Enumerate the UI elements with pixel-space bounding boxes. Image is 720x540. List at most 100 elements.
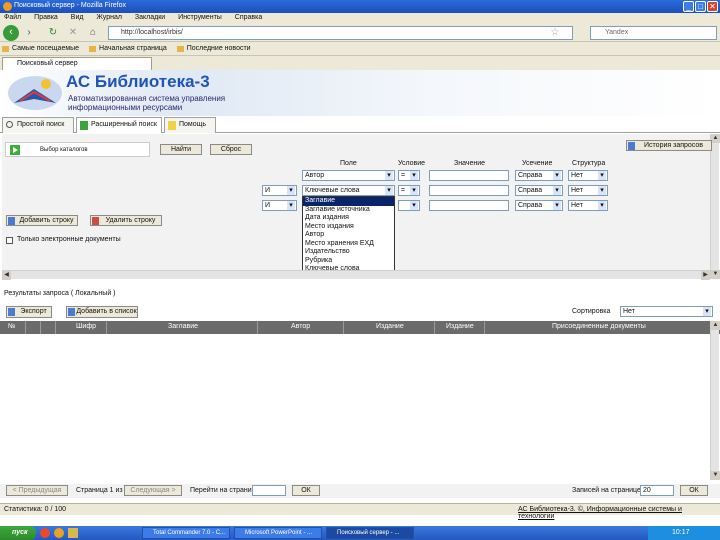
task-powerpoint[interactable]: Microsoft PowerPoint - ...	[234, 527, 322, 539]
firefox-quicklaunch-icon[interactable]	[54, 528, 64, 538]
structure-select-1[interactable]: Нет	[568, 170, 608, 181]
app-subtitle-line1: Автоматизированная система управления	[68, 94, 226, 103]
col-edition-2[interactable]: Издание	[446, 323, 474, 330]
dropdown-option[interactable]: Место хранения ЕХД	[303, 240, 394, 249]
tab-simple-search-label: Простой поиск	[17, 121, 65, 128]
col-code[interactable]: Шифр	[76, 323, 96, 330]
app-subtitle: Автоматизированная система управления ин…	[68, 94, 268, 112]
menu-tools[interactable]: Инструменты	[174, 13, 229, 21]
forward-icon[interactable]: ›	[22, 26, 36, 40]
structure-select-3[interactable]: Нет	[568, 200, 608, 211]
column-field: Поле	[340, 160, 357, 167]
col-author[interactable]: Автор	[291, 323, 310, 330]
export-button[interactable]: Экспорт	[6, 306, 52, 318]
scroll-left-icon[interactable]: ◀	[2, 271, 11, 280]
scroll-down-icon[interactable]: ▼	[711, 270, 720, 279]
condition-select-1[interactable]: =	[398, 170, 420, 181]
browser-tab[interactable]: Поисковый сервер	[2, 57, 152, 70]
menu-edit[interactable]: Правка	[30, 13, 65, 21]
back-button[interactable]: ‹	[3, 25, 19, 41]
field-select-1[interactable]: Автор	[302, 170, 395, 181]
field-select-2[interactable]: Ключевые слова	[302, 185, 395, 196]
tab-help[interactable]: Помощь	[164, 117, 216, 133]
menu-bookmarks[interactable]: Закладки	[131, 13, 172, 21]
expand-arrow-icon[interactable]	[10, 145, 20, 155]
search-input[interactable]: Yandex	[590, 26, 717, 40]
menu-file[interactable]: Файл	[0, 13, 28, 21]
results-scroll-up-icon[interactable]: ▲	[711, 321, 720, 330]
maximize-button[interactable]: □	[695, 1, 706, 12]
col-attached-docs[interactable]: Присоединенные документы	[552, 323, 646, 330]
column-truncation: Усечение	[522, 160, 553, 167]
scroll-right-icon[interactable]: ▶	[701, 271, 710, 280]
history-button[interactable]: История запросов	[626, 140, 712, 151]
logic-select-2[interactable]: И	[262, 185, 297, 196]
condition-select-2[interactable]: =	[398, 185, 420, 196]
sort-select[interactable]: Нет	[620, 306, 713, 317]
value-input-2[interactable]	[429, 185, 509, 196]
dropdown-option[interactable]: Место издания	[303, 223, 394, 232]
dropdown-option[interactable]: Автор	[303, 231, 394, 240]
remove-row-button[interactable]: Удалить строку	[90, 215, 162, 226]
scroll-up-icon[interactable]: ▲	[711, 134, 720, 143]
catalog-selector[interactable]: Выбор каталогов	[5, 142, 150, 157]
col-title[interactable]: Заглавие	[168, 323, 198, 330]
truncation-select-3[interactable]: Справа	[515, 200, 563, 211]
bookmark-most-visited[interactable]: Самые посещаемые	[0, 42, 85, 52]
tab-advanced-search[interactable]: Расширенный поиск	[76, 117, 162, 133]
value-input-3[interactable]	[429, 200, 509, 211]
folder-icon[interactable]	[68, 528, 78, 538]
goto-page-input[interactable]	[252, 485, 286, 496]
bookmarks-toolbar: Самые посещаемые Начальная страница Посл…	[0, 42, 720, 56]
task-total-commander[interactable]: Total Commander 7.0 - C...	[142, 527, 230, 539]
prev-page-button[interactable]: < Предыдущая	[6, 485, 68, 496]
query-scrollbar[interactable]: ▲ ▼	[710, 134, 720, 279]
results-scrollbar[interactable]: ▲ ▼	[710, 321, 720, 480]
menu-history[interactable]: Журнал	[92, 13, 129, 21]
condition-select-3[interactable]	[398, 200, 420, 211]
per-page-input[interactable]: 20	[640, 485, 674, 496]
add-to-list-button[interactable]: Добавить в список	[66, 306, 138, 318]
reset-button[interactable]: Сброс	[210, 144, 252, 155]
opera-icon[interactable]	[40, 528, 50, 538]
tab-simple-search[interactable]: Простой поиск	[2, 117, 74, 133]
add-row-button[interactable]: Добавить строку	[6, 215, 78, 226]
status-copyright[interactable]: АС Библиотека-3. ©, Информационные систе…	[518, 506, 720, 520]
logic-select-3[interactable]: И	[262, 200, 297, 211]
structure-select-2[interactable]: Нет	[568, 185, 608, 196]
query-hscrollbar[interactable]: ◀ ▶	[2, 270, 710, 280]
per-page-button[interactable]: ОК	[680, 485, 708, 496]
bookmark-star-icon[interactable]: ☆	[548, 26, 562, 40]
value-input-1[interactable]	[429, 170, 509, 181]
col-edition[interactable]: Издание	[376, 323, 404, 330]
magnifier-icon	[6, 121, 13, 128]
url-field[interactable]: http://localhost/irbis/	[108, 26, 573, 40]
close-button[interactable]: ✕	[707, 1, 718, 12]
bookmark-news[interactable]: Последние новости	[175, 42, 257, 52]
minimize-button[interactable]: _	[683, 1, 694, 12]
next-page-button[interactable]: Следующая >	[124, 485, 182, 496]
truncation-select-1[interactable]: Справа	[515, 170, 563, 181]
find-button[interactable]: Найти	[160, 144, 202, 155]
task-firefox[interactable]: Поисковый сервер - ...	[326, 527, 414, 539]
stop-icon[interactable]: ✕	[66, 26, 80, 40]
dropdown-option[interactable]: Дата издания	[303, 214, 394, 223]
dropdown-option[interactable]: Заглавие	[303, 197, 394, 206]
col-number[interactable]: №	[8, 323, 16, 330]
truncation-select-2[interactable]: Справа	[515, 185, 563, 196]
results-scroll-down-icon[interactable]: ▼	[711, 471, 720, 480]
start-button[interactable]: пуск	[0, 526, 36, 540]
bookmark-start-page[interactable]: Начальная страница	[87, 42, 173, 52]
menu-help[interactable]: Справка	[231, 13, 269, 21]
per-page-label: Записей на странице	[572, 487, 641, 494]
page-header: АС Библиотека-3 Автоматизированная систе…	[0, 70, 720, 116]
home-icon[interactable]: ⌂	[86, 26, 100, 40]
reload-icon[interactable]: ↻	[46, 26, 60, 40]
menu-bar: Файл Правка Вид Журнал Закладки Инструме…	[0, 13, 720, 24]
menu-view[interactable]: Вид	[67, 13, 91, 21]
dropdown-option[interactable]: Издательство	[303, 248, 394, 257]
goto-page-button[interactable]: ОК	[292, 485, 320, 496]
dropdown-option[interactable]: Заглавие источника	[303, 206, 394, 215]
electronic-only-checkbox[interactable]	[6, 237, 13, 244]
dropdown-option[interactable]: Рубрика	[303, 257, 394, 266]
